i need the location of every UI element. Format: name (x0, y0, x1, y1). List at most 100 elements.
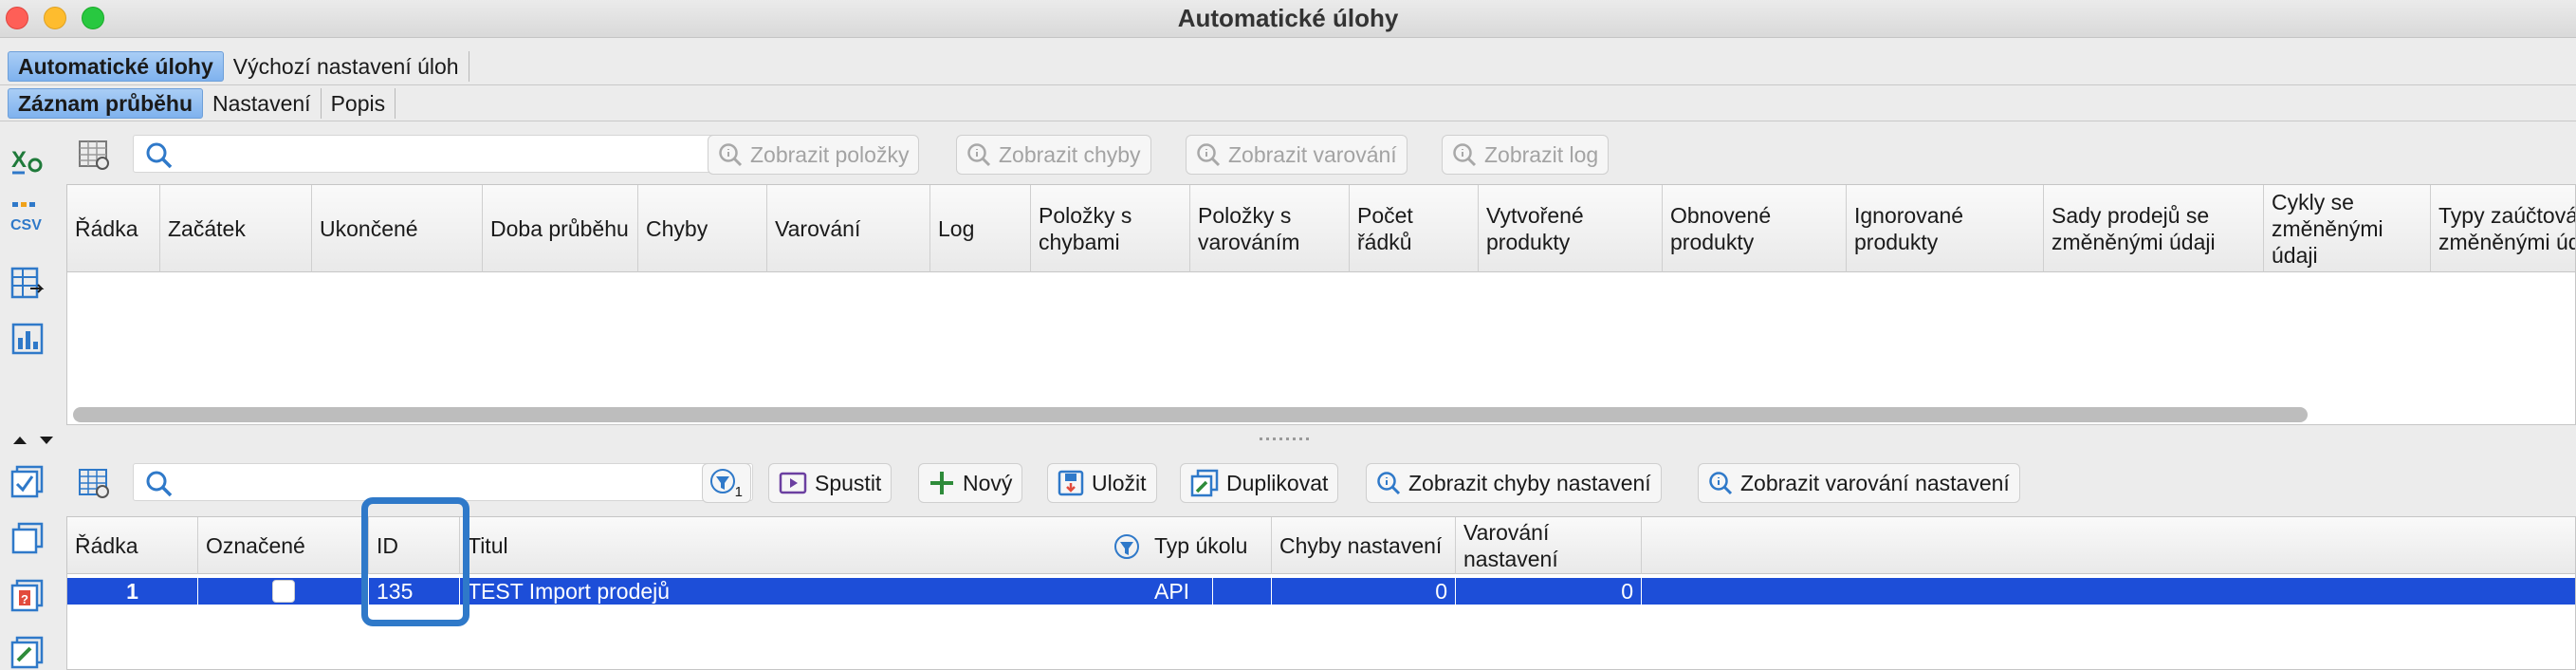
tab-divider (0, 84, 2576, 85)
duplicate-icon (1190, 469, 1219, 497)
tasks-search (133, 463, 753, 501)
show-setting-errors-label: Zobrazit chyby nastavení (1408, 470, 1651, 495)
column-header[interactable]: Chyby nastavení (1272, 517, 1456, 574)
app-window: Automatické úlohy Automatické úlohy Vých… (0, 0, 2576, 670)
column-header[interactable]: Ignorované produkty (1847, 185, 2044, 272)
column-header[interactable]: Varování (767, 185, 930, 272)
show-setting-warnings-button[interactable]: Zobrazit varování nastavení (1698, 463, 2020, 503)
search-icon (146, 471, 173, 497)
magnifier-info-icon (1453, 143, 1477, 167)
magnifier-info-icon (1197, 143, 1221, 167)
table-settings-icon[interactable] (78, 139, 110, 171)
tab-run-log[interactable]: Záznam průběhu (8, 88, 204, 119)
column-header[interactable]: Položky s varováním (1190, 185, 1350, 272)
column-header[interactable]: Cykly se změněnými údaji (2264, 185, 2431, 272)
run-log-toolbar: Zobrazit položky Zobrazit chyby Zobrazit… (66, 127, 2576, 180)
show-log-label: Zobrazit log (1484, 141, 1599, 167)
duplicate-button[interactable]: Duplikovat (1180, 463, 1339, 503)
column-header[interactable]: Chyby (638, 185, 767, 272)
copy-icon[interactable] (9, 520, 46, 556)
csv-export-icon[interactable]: CSV (9, 199, 46, 235)
show-errors-button[interactable]: Zobrazit chyby (956, 135, 1151, 175)
svg-text:X: X (11, 147, 27, 173)
magnifier-info-icon (719, 143, 743, 167)
save-icon (1058, 470, 1084, 496)
column-header[interactable]: Počet řádků (1350, 185, 1479, 272)
left-toolbar: X CSV ? (0, 123, 57, 670)
run-icon (779, 472, 807, 494)
filter-button[interactable]: 1 (702, 463, 751, 503)
show-warnings-button[interactable]: Zobrazit varování (1186, 135, 1408, 175)
show-log-button[interactable]: Zobrazit log (1442, 135, 1610, 175)
tasks-search-input[interactable] (183, 468, 743, 496)
svg-text:CSV: CSV (10, 217, 42, 233)
main-tab-bar: Automatické úlohy Výchozí nastavení úloh (0, 49, 2576, 84)
splitter-arrows-icon[interactable] (11, 435, 59, 446)
run-button[interactable]: Spustit (768, 463, 892, 503)
column-header[interactable]: Typy zaúčtování se změněnými údaji (2431, 185, 2575, 272)
column-header[interactable]: Vytvořené produkty (1479, 185, 1663, 272)
show-warnings-label: Zobrazit varování (1228, 141, 1397, 167)
magnifier-info-icon (1377, 472, 1401, 495)
column-header-filler (1642, 517, 2575, 574)
filter-count-badge: 1 (734, 484, 743, 500)
svg-text:?: ? (21, 592, 28, 606)
window-title: Automatické úlohy (1177, 4, 1399, 32)
help-icon[interactable]: ? (9, 577, 46, 613)
tab-default-task-settings[interactable]: Výchozí nastavení úloh (224, 51, 469, 82)
magnifier-info-icon (967, 143, 991, 167)
id-cell: 135 (369, 578, 460, 605)
magnifier-info-icon (1709, 472, 1733, 495)
row-checkbox[interactable] (271, 580, 295, 603)
column-header[interactable]: Doba průběhu (483, 185, 638, 272)
tab-automatic-tasks[interactable]: Automatické úlohy (8, 51, 224, 82)
tab-description[interactable]: Popis (322, 88, 396, 119)
column-header[interactable]: Titul (460, 517, 1213, 574)
title-cell: TEST Import prodejů (460, 578, 1213, 605)
run-log-search (133, 135, 753, 173)
type-cell: API (1147, 578, 1272, 605)
run-log-search-input[interactable] (183, 140, 743, 168)
column-header[interactable]: Řádka (67, 517, 198, 574)
show-errors-label: Zobrazit chyby (999, 141, 1141, 167)
title-bar: Automatické úlohy (0, 0, 2576, 38)
column-filter-icon[interactable] (1113, 532, 1141, 561)
search-icon (146, 142, 173, 169)
table-import-icon[interactable] (9, 266, 46, 302)
save-button[interactable]: Uložit (1047, 463, 1157, 503)
column-header[interactable]: Typ úkolu (1147, 517, 1272, 574)
panel-splitter[interactable] (0, 433, 2576, 446)
duplicate-label: Duplikovat (1226, 470, 1329, 495)
setting-errors-cell: 0 (1272, 578, 1456, 605)
select-all-icon[interactable] (9, 463, 46, 499)
column-header[interactable]: Obnovené produkty (1663, 185, 1847, 272)
tasks-toolbar: 1 Spustit Nový Uložit Duplikovat Zobrazi… (66, 456, 2576, 509)
show-items-button[interactable]: Zobrazit položky (708, 135, 920, 175)
chart-icon[interactable] (9, 321, 46, 357)
sub-tab-bar: Záznam průběhu Nastavení Popis (0, 87, 2576, 120)
column-header[interactable]: Řádka (67, 185, 160, 272)
plus-icon (930, 472, 953, 494)
run-label: Spustit (815, 470, 882, 495)
table-row[interactable]: 1 135 TEST Import prodejů API 0 0 (67, 578, 2575, 605)
edit-document-icon[interactable] (9, 634, 46, 670)
row-number-cell: 1 (67, 578, 198, 605)
column-header[interactable]: Ukončené (312, 185, 483, 272)
excel-export-icon[interactable]: X (9, 142, 46, 178)
column-header[interactable]: Varování nastavení (1456, 517, 1642, 574)
new-button[interactable]: Nový (918, 463, 1023, 503)
tasks-table: Řádka Označené ID Titul Typ úkolu Chyby … (66, 516, 2576, 670)
column-header[interactable]: Sady prodejů se změněnými údaji (2044, 185, 2264, 272)
horizontal-scrollbar[interactable] (73, 407, 2308, 422)
tab-settings[interactable]: Nastavení (203, 88, 322, 119)
run-log-table: Řádka Začátek Ukončené Doba průběhu Chyb… (66, 184, 2576, 425)
column-header[interactable]: Log (930, 185, 1031, 272)
show-setting-errors-button[interactable]: Zobrazit chyby nastavení (1366, 463, 1662, 503)
column-header[interactable]: ID (369, 517, 460, 574)
checked-cell[interactable] (198, 578, 369, 605)
column-header[interactable]: Položky s chybami (1031, 185, 1190, 272)
column-header[interactable]: Začátek (160, 185, 312, 272)
table-settings-icon[interactable] (78, 467, 110, 499)
splitter-grip (1260, 437, 1313, 440)
column-header[interactable]: Označené (198, 517, 369, 574)
